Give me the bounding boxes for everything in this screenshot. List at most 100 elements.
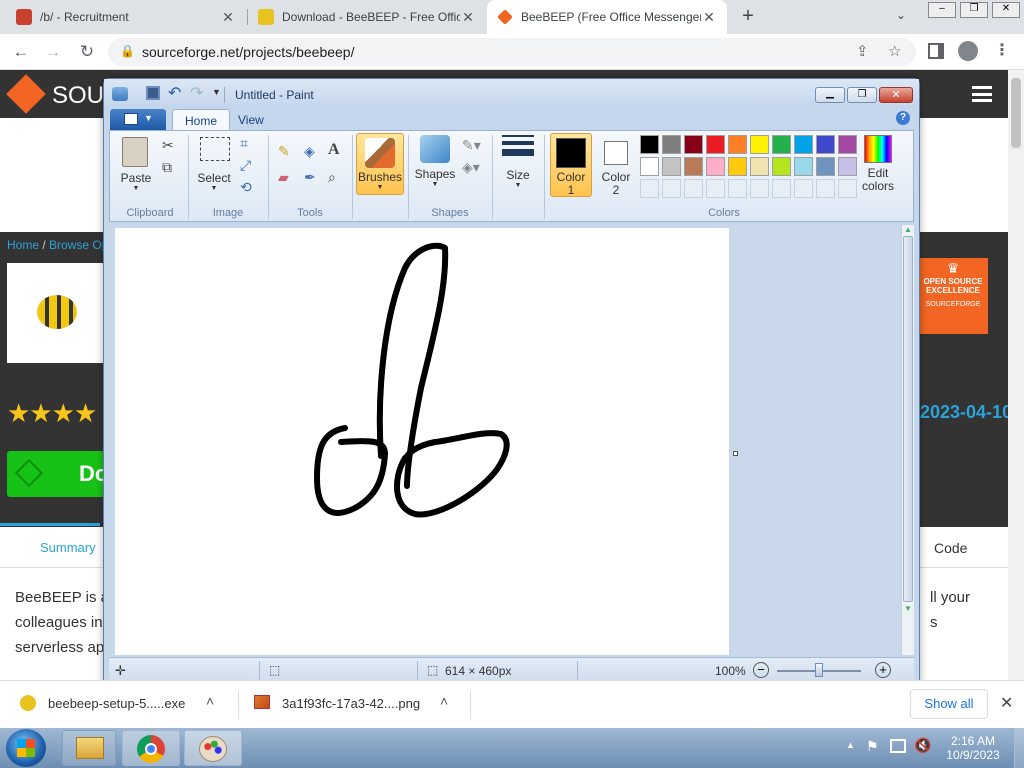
empty-custom-swatch[interactable] [772,179,791,198]
outline-icon[interactable]: ✎▾ [462,137,481,154]
palette-swatch[interactable] [772,135,791,154]
show-all-button[interactable]: Show all [910,689,988,719]
tab-recruitment[interactable]: /b/ - Recruitment ✕ [6,0,246,34]
select-button[interactable]: Select ▼ [194,137,234,193]
ribbon-tab-view[interactable]: View [226,109,276,131]
show-hidden-icons-icon[interactable]: ▲ [846,740,855,750]
empty-custom-swatch[interactable] [684,179,703,198]
palette-swatch[interactable] [662,135,681,154]
help-icon[interactable]: ? [896,111,910,125]
download-item[interactable]: beebeep-setup-5.....exe ˄ [14,693,234,717]
redo-icon[interactable]: ↷ [190,83,203,103]
show-desktop-button[interactable] [1014,728,1024,768]
copy-icon[interactable]: ⧉ [162,159,172,176]
save-icon[interactable] [146,86,160,100]
eraser-icon[interactable]: ▰ [278,169,289,186]
chrome-menu-icon[interactable]: ⋮ [994,40,1010,60]
palette-swatch[interactable] [728,135,747,154]
color1-button[interactable]: Color 1 [550,133,592,197]
edit-colors-button[interactable]: Edit colors [858,135,898,197]
palette-swatch[interactable] [684,157,703,176]
rotate-icon[interactable]: ⟲ [240,179,252,196]
breadcrumb-home-link[interactable]: Home [7,238,39,252]
tab-beebeep-active[interactable]: BeeBEEP (Free Office Messenger) ✕ [487,0,727,34]
profile-avatar-icon[interactable] [958,41,978,61]
taskbar-chrome[interactable] [122,730,180,766]
undo-icon[interactable]: ↶ [168,83,181,103]
drawing-canvas[interactable] [115,228,729,655]
pencil-icon[interactable]: ✎ [278,143,290,160]
minimize-icon[interactable]: – [928,2,956,18]
paint-close-button[interactable]: ✕ [879,87,913,103]
empty-custom-swatch[interactable] [750,179,769,198]
magnifier-icon[interactable]: ⌕ [328,169,336,186]
paint-restore-button[interactable]: ❐ [847,87,877,103]
empty-custom-swatch[interactable] [816,179,835,198]
tab-code[interactable]: Code [934,540,967,556]
crop-icon[interactable]: ⌗ [240,135,248,152]
sourceforge-logo-icon[interactable] [6,74,46,114]
paste-button[interactable]: Paste ▼ [118,137,154,193]
close-tab-icon[interactable]: ✕ [460,9,476,26]
palette-swatch[interactable] [794,157,813,176]
empty-custom-swatch[interactable] [706,179,725,198]
resize-icon[interactable]: ⤢ [240,157,251,174]
close-window-icon[interactable]: ✕ [992,2,1020,18]
canvas-resize-handle[interactable] [733,451,738,456]
side-panel-icon[interactable] [928,43,944,59]
empty-custom-swatch[interactable] [794,179,813,198]
palette-swatch[interactable] [816,135,835,154]
palette-swatch[interactable] [662,157,681,176]
scrollbar-thumb[interactable] [1011,78,1021,148]
taskbar-explorer[interactable] [62,730,116,766]
palette-swatch[interactable] [750,135,769,154]
palette-swatch[interactable] [640,135,659,154]
quick-access-dropdown-icon[interactable]: ▼ [212,87,221,97]
zoom-out-icon[interactable]: − [753,662,769,678]
paint-application-menu-button[interactable]: ▼ [110,109,166,130]
download-item[interactable]: 3a1f93fc-17a3-42....png ˄ [248,693,464,717]
palette-swatch[interactable] [706,135,725,154]
empty-custom-swatch[interactable] [838,179,857,198]
fill-icon[interactable]: ◈▾ [462,159,480,176]
color-picker-icon[interactable]: ✒ [304,169,316,186]
breadcrumb-browse-link[interactable]: Browse Op [49,238,108,252]
shapes-button[interactable]: Shapes ▼ [412,135,458,195]
back-arrow-icon[interactable]: ← [8,40,34,64]
start-button[interactable] [6,729,46,767]
clock[interactable]: 2:16 AM 10/9/2023 [934,734,1012,762]
tab-summary[interactable]: Summary [40,540,96,555]
ribbon-tab-home[interactable]: Home [172,109,231,131]
maximize-icon[interactable]: ❐ [960,2,988,18]
close-tab-icon[interactable]: ✕ [220,9,236,26]
volume-muted-icon[interactable]: 🔇 [914,737,931,754]
address-bar[interactable]: 🔒 sourceforge.net/projects/beebeep/ ⇪ ☆ [108,38,916,66]
paint-app-icon[interactable] [112,87,128,101]
share-icon[interactable]: ⇪ [856,42,869,60]
close-tab-icon[interactable]: ✕ [701,9,717,26]
empty-custom-swatch[interactable] [728,179,747,198]
chevron-up-icon[interactable]: ˄ [206,693,214,709]
palette-swatch[interactable] [750,157,769,176]
palette-swatch[interactable] [728,157,747,176]
palette-swatch[interactable] [706,157,725,176]
tab-download-beebeep[interactable]: Download - BeeBEEP - Free Offic ✕ [248,0,486,34]
tab-search-chevron-icon[interactable]: ⌄ [896,8,906,22]
canvas-vertical-scrollbar[interactable]: ▲ ▼ [901,225,914,655]
empty-custom-swatch[interactable] [640,179,659,198]
scrollbar-thumb[interactable] [903,236,913,602]
paint-minimize-button[interactable]: ▁ [815,87,845,103]
fill-bucket-icon[interactable]: ◈ [304,143,315,160]
palette-swatch[interactable] [772,157,791,176]
download-button[interactable]: Do [7,451,108,497]
brushes-button[interactable]: Brushes ▼ [356,133,404,195]
action-center-flag-icon[interactable]: ⚑ [866,738,879,755]
empty-custom-swatch[interactable] [662,179,681,198]
palette-swatch[interactable] [684,135,703,154]
network-icon[interactable] [890,739,906,753]
page-scrollbar[interactable] [1008,70,1024,680]
cut-icon[interactable]: ✂ [162,137,174,154]
zoom-in-icon[interactable]: + [875,662,891,678]
palette-swatch[interactable] [838,157,857,176]
color2-button[interactable]: Color 2 [596,133,636,197]
